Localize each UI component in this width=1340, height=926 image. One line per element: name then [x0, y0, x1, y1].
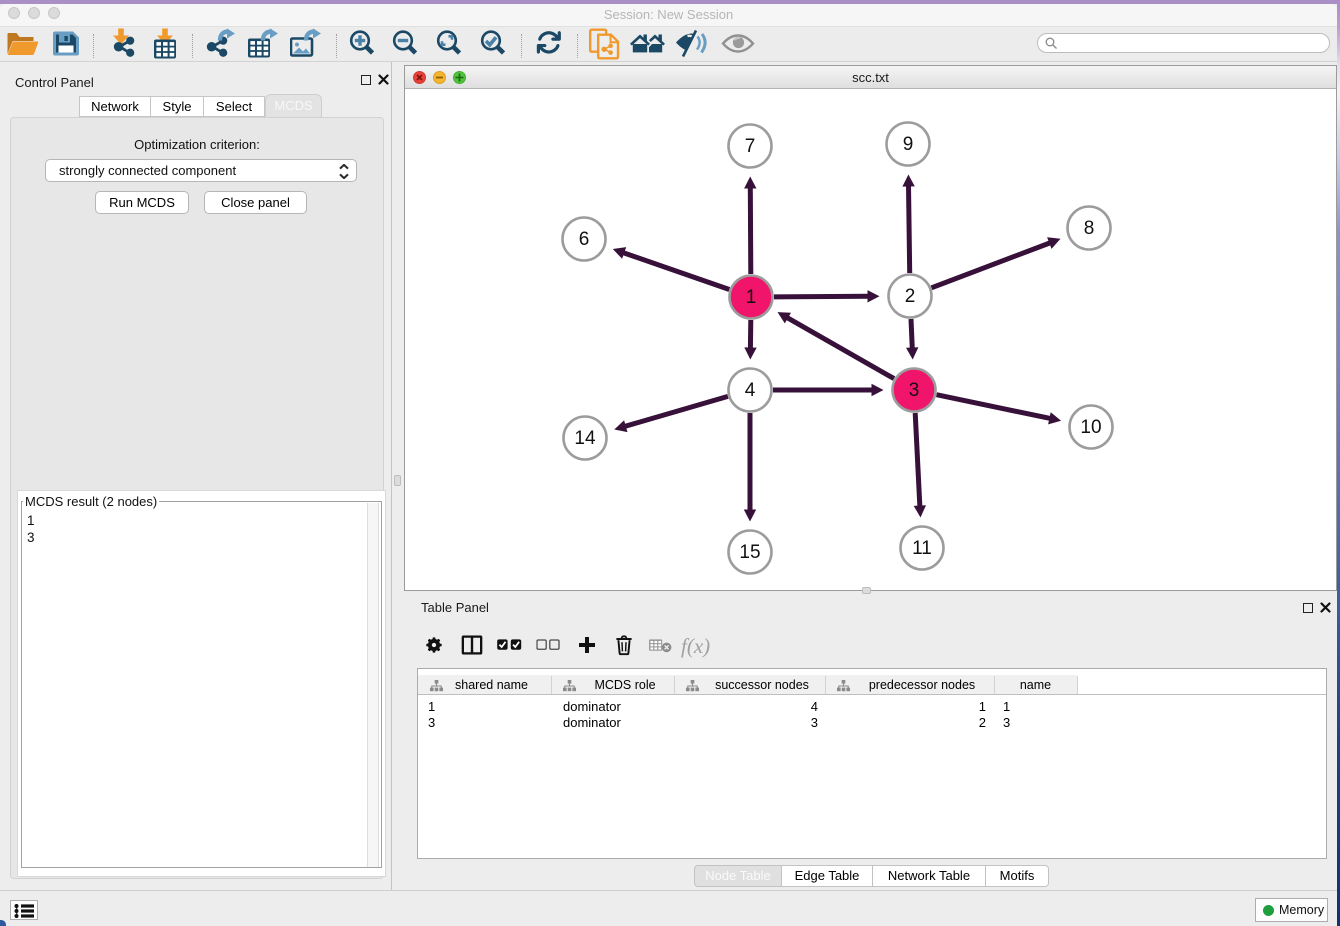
svg-text:14: 14: [574, 428, 596, 449]
svg-text:11: 11: [912, 538, 932, 559]
svg-text:15: 15: [739, 542, 760, 563]
svg-text:6: 6: [579, 229, 590, 250]
svg-text:1: 1: [746, 287, 757, 308]
svg-text:7: 7: [745, 136, 756, 157]
svg-text:10: 10: [1080, 417, 1101, 438]
svg-text:3: 3: [909, 380, 920, 401]
svg-text:2: 2: [905, 286, 916, 307]
svg-text:9: 9: [903, 134, 914, 155]
svg-text:8: 8: [1084, 218, 1095, 239]
svg-text:4: 4: [745, 380, 756, 401]
